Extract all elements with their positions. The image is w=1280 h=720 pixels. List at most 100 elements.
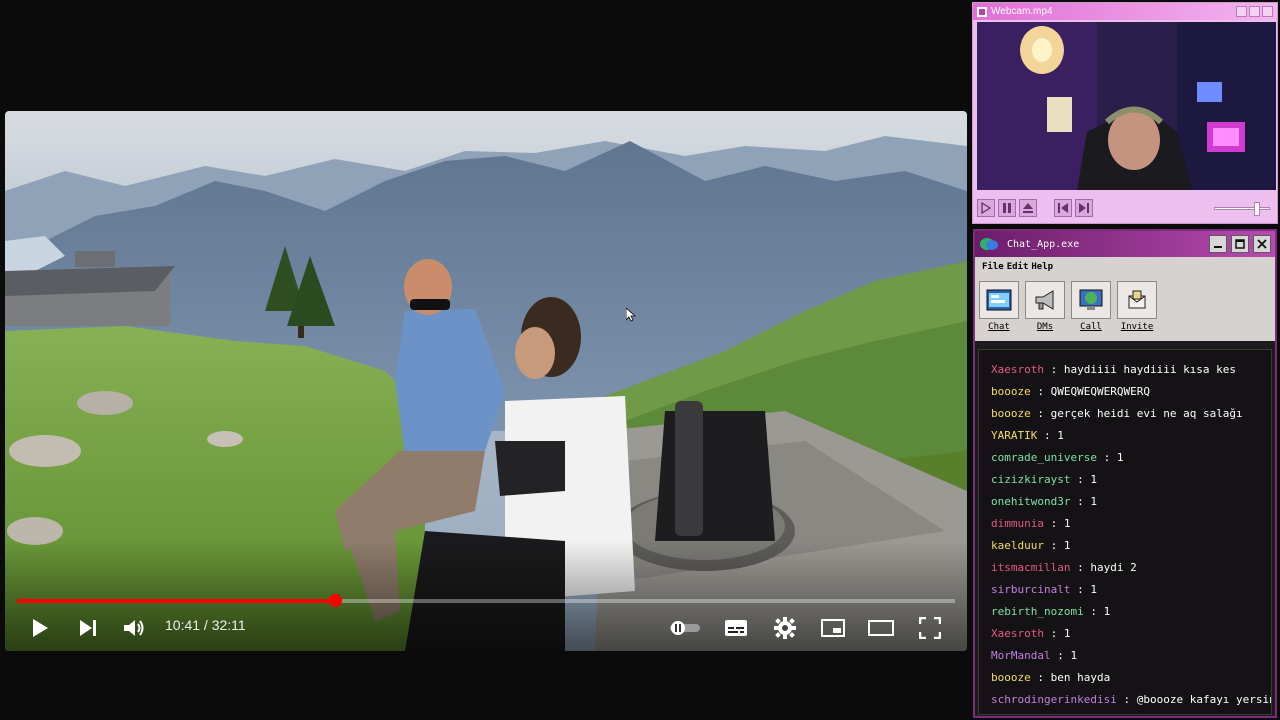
chat-window-title: Chat_App.exe: [1007, 238, 1080, 250]
chat-minimize-button[interactable]: [1209, 235, 1227, 253]
chat-username[interactable]: dimmunia: [991, 517, 1044, 530]
subtitles-icon: [725, 620, 747, 636]
chat-message-text: QWEQWEQWERQWERQ: [1050, 385, 1150, 398]
chat-username[interactable]: rebirth_nozomi: [991, 605, 1084, 618]
chat-username[interactable]: Xaesroth: [991, 363, 1044, 376]
chat-message: dimmunia : 1: [991, 513, 1271, 535]
chat-username[interactable]: YARATIK: [991, 429, 1037, 442]
chat-username[interactable]: itsmacmillan: [991, 561, 1070, 574]
globe-monitor-icon: [1071, 281, 1111, 319]
chat-message-text: 1: [1116, 451, 1124, 464]
chat-separator: :: [1030, 407, 1051, 420]
volume-slider-knob[interactable]: [1254, 202, 1261, 216]
webcam-maximize-button[interactable]: [1249, 6, 1260, 17]
subtitles-button[interactable]: [721, 611, 751, 645]
chat-message: MorMandal : 1: [991, 645, 1271, 667]
chat-message-text: 1: [1057, 429, 1064, 442]
volume-button[interactable]: [119, 611, 149, 645]
tool-dms[interactable]: DMs: [1025, 281, 1065, 341]
chat-window[interactable]: Chat_App.exe File Edit Help Chat DMs Cal…: [973, 229, 1277, 718]
chat-username[interactable]: kaelduur: [991, 539, 1044, 552]
skip-previous-icon: [1058, 203, 1068, 213]
chat-message: rebirth_nozomi : 1: [991, 601, 1271, 623]
chat-message-text: ben hayda: [1050, 671, 1111, 684]
webcam-feed: [977, 22, 1276, 190]
chat-username[interactable]: schrodingerinkedisi: [991, 693, 1117, 706]
tool-invite-label: Invite: [1120, 322, 1154, 332]
chat-app-icon: [980, 238, 998, 250]
chat-message-text: 1: [1063, 517, 1071, 530]
chat-username[interactable]: Xaesroth: [991, 627, 1044, 640]
chat-maximize-button[interactable]: [1231, 235, 1249, 253]
chat-username[interactable]: sirburcinalt: [991, 583, 1070, 596]
chat-separator: :: [1030, 385, 1051, 398]
miniplayer-button[interactable]: [818, 611, 848, 645]
chat-message-text: 1: [1090, 583, 1097, 596]
close-icon: [1257, 239, 1267, 249]
webcam-play-button[interactable]: [977, 199, 995, 217]
chat-username[interactable]: boooze: [991, 385, 1031, 398]
menu-help[interactable]: Help: [1031, 262, 1053, 272]
webcam-previous-button[interactable]: [1054, 199, 1072, 217]
chat-message-text: 1: [1063, 539, 1071, 552]
settings-button[interactable]: [770, 611, 800, 645]
webcam-volume-slider[interactable]: [1214, 202, 1270, 216]
webcam-pause-button[interactable]: [998, 199, 1016, 217]
webcam-titlebar[interactable]: Webcam.mp4: [973, 3, 1277, 20]
webcam-eject-button[interactable]: [1019, 199, 1037, 217]
chat-username[interactable]: comrade_universe: [991, 451, 1097, 464]
skip-next-icon: [80, 620, 96, 636]
chat-message-text: 1: [1063, 627, 1071, 640]
chat-message: boooze : gerçek heidi evi ne aq salağı: [991, 403, 1271, 425]
chat-message-text: gerçek heidi evi ne aq salağı: [1050, 407, 1243, 420]
chat-message: boooze : QWEQWEQWERQWERQ: [991, 381, 1271, 403]
progress-scrubber[interactable]: [328, 594, 342, 607]
chat-username[interactable]: MorMandal: [991, 649, 1051, 662]
menu-edit[interactable]: Edit: [1007, 262, 1029, 272]
webcam-minimize-button[interactable]: [1236, 6, 1247, 17]
chat-message: schrodingerinkedisi : @boooze kafayı yer…: [991, 689, 1271, 711]
chat-message: onehitwond3r : 1: [991, 491, 1271, 513]
webcam-next-button[interactable]: [1075, 199, 1093, 217]
fullscreen-icon: [919, 617, 941, 639]
miniplayer-icon: [821, 619, 845, 637]
chat-separator: :: [1050, 649, 1071, 662]
fullscreen-button[interactable]: [915, 611, 945, 645]
chat-message: kaelduur : 1: [991, 535, 1271, 557]
chat-separator: :: [1043, 627, 1064, 640]
video-player[interactable]: 10:41 / 32:11: [5, 111, 967, 651]
tool-chat-label: Chat: [988, 322, 1010, 332]
chat-username[interactable]: boooze: [991, 671, 1031, 684]
autoplay-toggle[interactable]: [667, 611, 703, 645]
webcam-window-title: Webcam.mp4: [991, 6, 1053, 17]
webcam-media-controls: [977, 196, 1276, 220]
autoplay-toggle-icon: [670, 621, 700, 635]
progress-bar[interactable]: [17, 594, 955, 607]
chat-username[interactable]: boooze: [991, 407, 1031, 420]
time-display: 10:41 / 32:11: [165, 617, 246, 633]
next-button[interactable]: [73, 611, 103, 645]
tool-call[interactable]: Call: [1071, 281, 1111, 341]
tool-call-label: Call: [1080, 322, 1102, 332]
theater-mode-button[interactable]: [866, 611, 896, 645]
chat-titlebar[interactable]: Chat_App.exe: [975, 231, 1275, 257]
chat-separator: :: [1043, 363, 1064, 376]
chat-message-list[interactable]: Xaesroth : haydiiii haydiiii kısa kes boo…: [978, 349, 1272, 715]
chat-message-text: 1: [1090, 495, 1097, 508]
play-button[interactable]: [25, 611, 55, 645]
megaphone-icon: [1025, 281, 1065, 319]
pause-icon: [1003, 203, 1011, 213]
maximize-icon: [1235, 239, 1245, 249]
tool-chat[interactable]: Chat: [979, 281, 1019, 341]
chat-username[interactable]: cizizkirayst: [991, 473, 1070, 486]
chat-separator: :: [1070, 583, 1091, 596]
webcam-window[interactable]: Webcam.mp4: [972, 2, 1278, 224]
progress-played: [17, 599, 335, 603]
tool-invite[interactable]: Invite: [1117, 281, 1157, 341]
chat-username[interactable]: onehitwond3r: [991, 495, 1070, 508]
webcam-close-button[interactable]: [1262, 6, 1273, 17]
menu-file[interactable]: File: [982, 262, 1004, 272]
chat-message: Xaesroth : 1: [991, 623, 1271, 645]
chat-close-button[interactable]: [1253, 235, 1271, 253]
chat-separator: :: [1116, 693, 1137, 706]
